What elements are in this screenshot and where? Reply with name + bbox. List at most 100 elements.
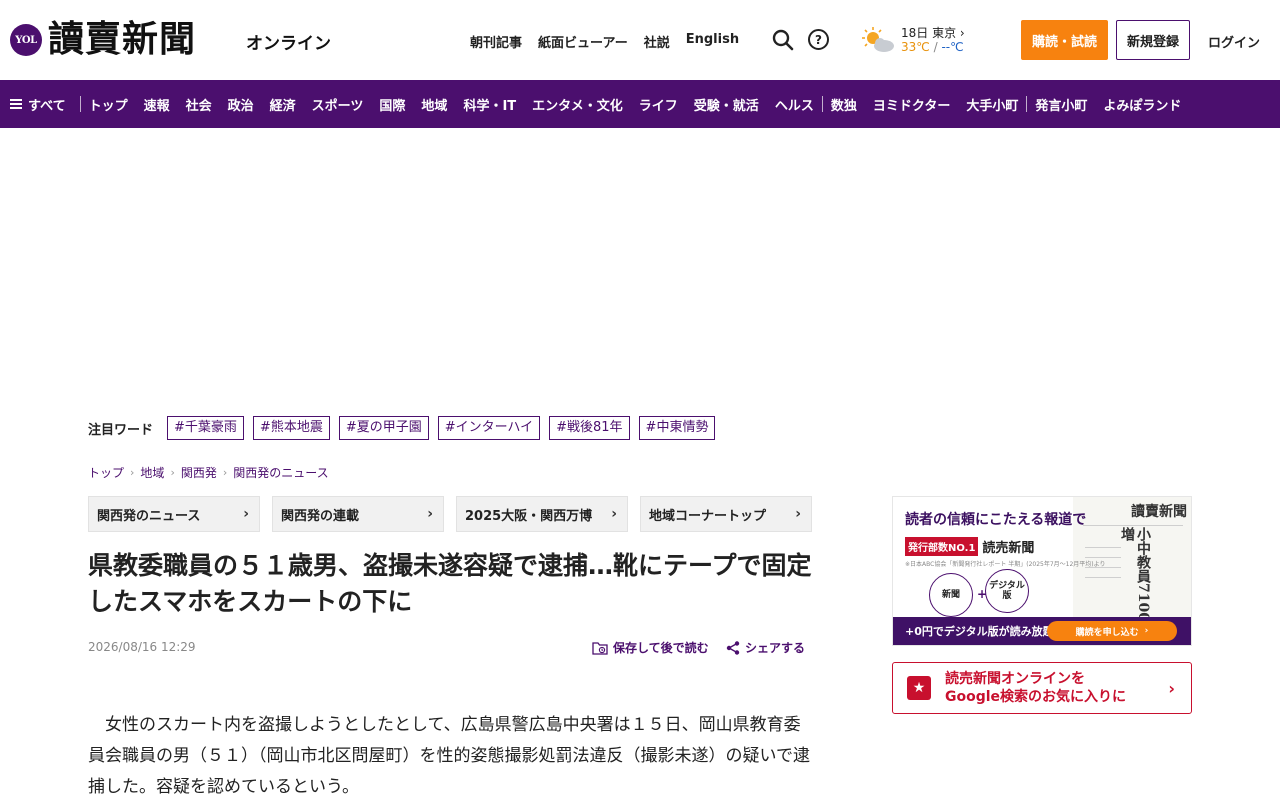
nav-item-local[interactable]: 地域 — [413, 95, 455, 114]
weather-temps: 33℃ / --℃ — [901, 40, 964, 54]
chevron-right-icon: › — [222, 466, 228, 479]
nav-item-economy[interactable]: 経済 — [262, 95, 304, 114]
search-icon[interactable] — [772, 29, 794, 51]
article-meta: 2026/08/16 12:29 保存して後で読む シェアする — [88, 636, 812, 658]
rank-badge: 発行部数NO.1 — [905, 537, 979, 556]
subscribe-button[interactable]: 購読・試読 — [1021, 20, 1108, 60]
share-icon — [726, 640, 740, 655]
share-label: シェアする — [745, 641, 806, 655]
nav-item-exam-job[interactable]: 受験・就活 — [686, 95, 767, 114]
link-editorial[interactable]: 社説 — [644, 32, 670, 51]
section-tab-label: 2025大阪・関西万博 — [465, 508, 593, 524]
hot-word-tag[interactable]: #熊本地震 — [252, 416, 330, 440]
circle-newspaper: 新聞 — [929, 573, 973, 617]
nav-item-hatsugen[interactable]: 発言小町 — [1027, 95, 1095, 114]
header-links: 朝刊記事 紙面ビューアー 社説 English — [470, 32, 739, 51]
yol-logo-badge[interactable]: YOL — [10, 24, 42, 56]
nav-item-sports[interactable]: スポーツ — [304, 95, 372, 114]
nav-all-button[interactable]: すべて — [10, 95, 80, 114]
breadcrumb: トップ › 地域 › 関西発 › 関西発のニュース — [88, 464, 329, 481]
star-bookmark-icon: ★ — [907, 676, 931, 700]
hamburger-icon — [10, 99, 22, 109]
section-tab-kansai-series[interactable]: 関西発の連載 › — [272, 496, 444, 532]
site-header: YOL 讀賣新聞 オンライン 朝刊記事 紙面ビューアー 社説 English ?… — [0, 0, 1280, 80]
hot-word-tag[interactable]: #夏の甲子園 — [338, 416, 429, 440]
nav-item-health[interactable]: ヘルス — [767, 95, 822, 114]
newspaper-rule — [1083, 525, 1183, 526]
promo-bar-text: +0円でデジタル版が読み放題！ — [905, 625, 1065, 638]
google-favorite-banner[interactable]: ★ 読売新聞オンラインを Google検索のお気に入りに › — [892, 662, 1192, 714]
section-tab-kansai-news[interactable]: 関西発のニュース › — [88, 496, 260, 532]
hot-word-tag[interactable]: #千葉豪雨 — [167, 416, 244, 440]
help-icon[interactable]: ? — [808, 29, 829, 50]
sunny-cloudy-icon[interactable] — [860, 26, 896, 54]
folder-clock-icon — [592, 641, 608, 655]
hot-word-tag[interactable]: #インターハイ — [437, 416, 541, 440]
nav-item-politics[interactable]: 政治 — [220, 95, 262, 114]
nav-all-label: すべて — [28, 98, 66, 114]
apply-subscribe-label: 購読を申し込む — [1075, 627, 1139, 638]
newspaper-title: 讀賣新聞 — [1131, 504, 1187, 520]
breadcrumb-local[interactable]: 地域 — [140, 464, 164, 481]
rank-paper-name: 読売新聞 — [982, 541, 1035, 556]
chevron-right-icon: › — [427, 506, 433, 522]
nav-item-life[interactable]: ライフ — [631, 95, 686, 114]
article-date: 2026/08/16 12:29 — [88, 640, 196, 654]
nav-item-yomipo[interactable]: よみぽランド — [1095, 95, 1189, 114]
chevron-right-icon: › — [611, 506, 617, 522]
link-paper-viewer[interactable]: 紙面ビューアー — [538, 32, 628, 51]
promo-bar: +0円でデジタル版が読み放題！ 購読を申し込む › — [893, 617, 1191, 645]
subscribe-promo-banner[interactable]: 讀賣新聞 小中教員7100人増 読者の信頼にこたえる報道で 発行部数NO.1 読… — [892, 496, 1192, 646]
section-tab-local-top[interactable]: 地域コーナートップ › — [640, 496, 812, 532]
section-tab-expo[interactable]: 2025大阪・関西万博 › — [456, 496, 628, 532]
chevron-right-icon: › — [170, 466, 175, 479]
newspaper-rule — [1085, 557, 1121, 558]
google-favorite-line2: Google検索のお気に入りに — [945, 689, 1127, 705]
nav-item-sudoku[interactable]: 数独 — [823, 95, 865, 114]
chevron-right-icon: › — [795, 506, 801, 522]
google-favorite-line1: 読売新聞オンラインを — [945, 671, 1085, 687]
section-tabs: 関西発のニュース › 関西発の連載 › 2025大阪・関西万博 › 地域コーナー… — [88, 496, 812, 532]
hot-word-tag[interactable]: #戦後81年 — [549, 416, 630, 440]
chevron-right-icon: › — [243, 506, 249, 522]
nav-item-international[interactable]: 国際 — [371, 95, 413, 114]
circulation-rank: 発行部数NO.1 読売新聞 — [905, 537, 1034, 556]
weather-date-city[interactable]: 18日 東京 › — [901, 24, 965, 41]
nav-item-society[interactable]: 社会 — [178, 95, 220, 114]
ad-slot — [0, 128, 1280, 408]
circle-digital: デジタル版 — [985, 569, 1029, 613]
chevron-right-icon: › — [1168, 679, 1175, 698]
save-for-later-button[interactable]: 保存して後で読む — [592, 639, 709, 656]
nav-item-otekomachi[interactable]: 大手小町 — [958, 95, 1026, 114]
site-logo-suffix[interactable]: オンライン — [246, 29, 331, 54]
hot-word-tag[interactable]: #中東情勢 — [638, 416, 716, 440]
apply-subscribe-button[interactable]: 購読を申し込む › — [1047, 621, 1177, 641]
article-body: 女性のスカート内を盗撮しようとしたとして、広島県警広島中央署は１５日、岡山県教育… — [88, 715, 810, 797]
register-button[interactable]: 新規登録 — [1116, 20, 1190, 60]
chevron-right-icon: › — [959, 26, 965, 40]
nav-item-breaking[interactable]: 速報 — [136, 95, 178, 114]
google-favorite-text: 読売新聞オンラインを Google検索のお気に入りに — [945, 670, 1126, 706]
nav-item-entertainment[interactable]: エンタメ・文化 — [524, 95, 631, 114]
chevron-right-icon: › — [130, 466, 135, 479]
weather-date-city-label: 18日 東京 — [901, 26, 957, 40]
nav-item-science-it[interactable]: 科学・IT — [455, 95, 524, 114]
hot-words: 注目ワード #千葉豪雨 #熊本地震 #夏の甲子園 #インターハイ #戦後81年 … — [88, 416, 716, 440]
breadcrumb-kansai-news[interactable]: 関西発のニュース — [233, 464, 328, 481]
login-button[interactable]: ログイン — [1208, 32, 1260, 51]
section-tab-label: 関西発の連載 — [281, 508, 360, 524]
section-tab-label: 関西発のニュース — [97, 508, 201, 524]
share-button[interactable]: シェアする — [726, 639, 805, 656]
section-tab-label: 地域コーナートップ — [649, 508, 767, 524]
breadcrumb-kansai[interactable]: 関西発 — [181, 464, 217, 481]
hot-words-label: 注目ワード — [88, 422, 154, 438]
link-english[interactable]: English — [686, 32, 739, 51]
newspaper-rule — [1085, 577, 1121, 578]
nav-item-top[interactable]: トップ — [81, 95, 136, 114]
link-morning-edition[interactable]: 朝刊記事 — [470, 32, 522, 51]
temp-low: --℃ — [941, 40, 964, 54]
temp-separator: / — [933, 40, 938, 54]
site-logo[interactable]: 讀賣新聞 — [48, 14, 196, 64]
breadcrumb-top[interactable]: トップ — [88, 464, 124, 481]
nav-item-yomidr[interactable]: ヨミドクター — [865, 95, 958, 114]
